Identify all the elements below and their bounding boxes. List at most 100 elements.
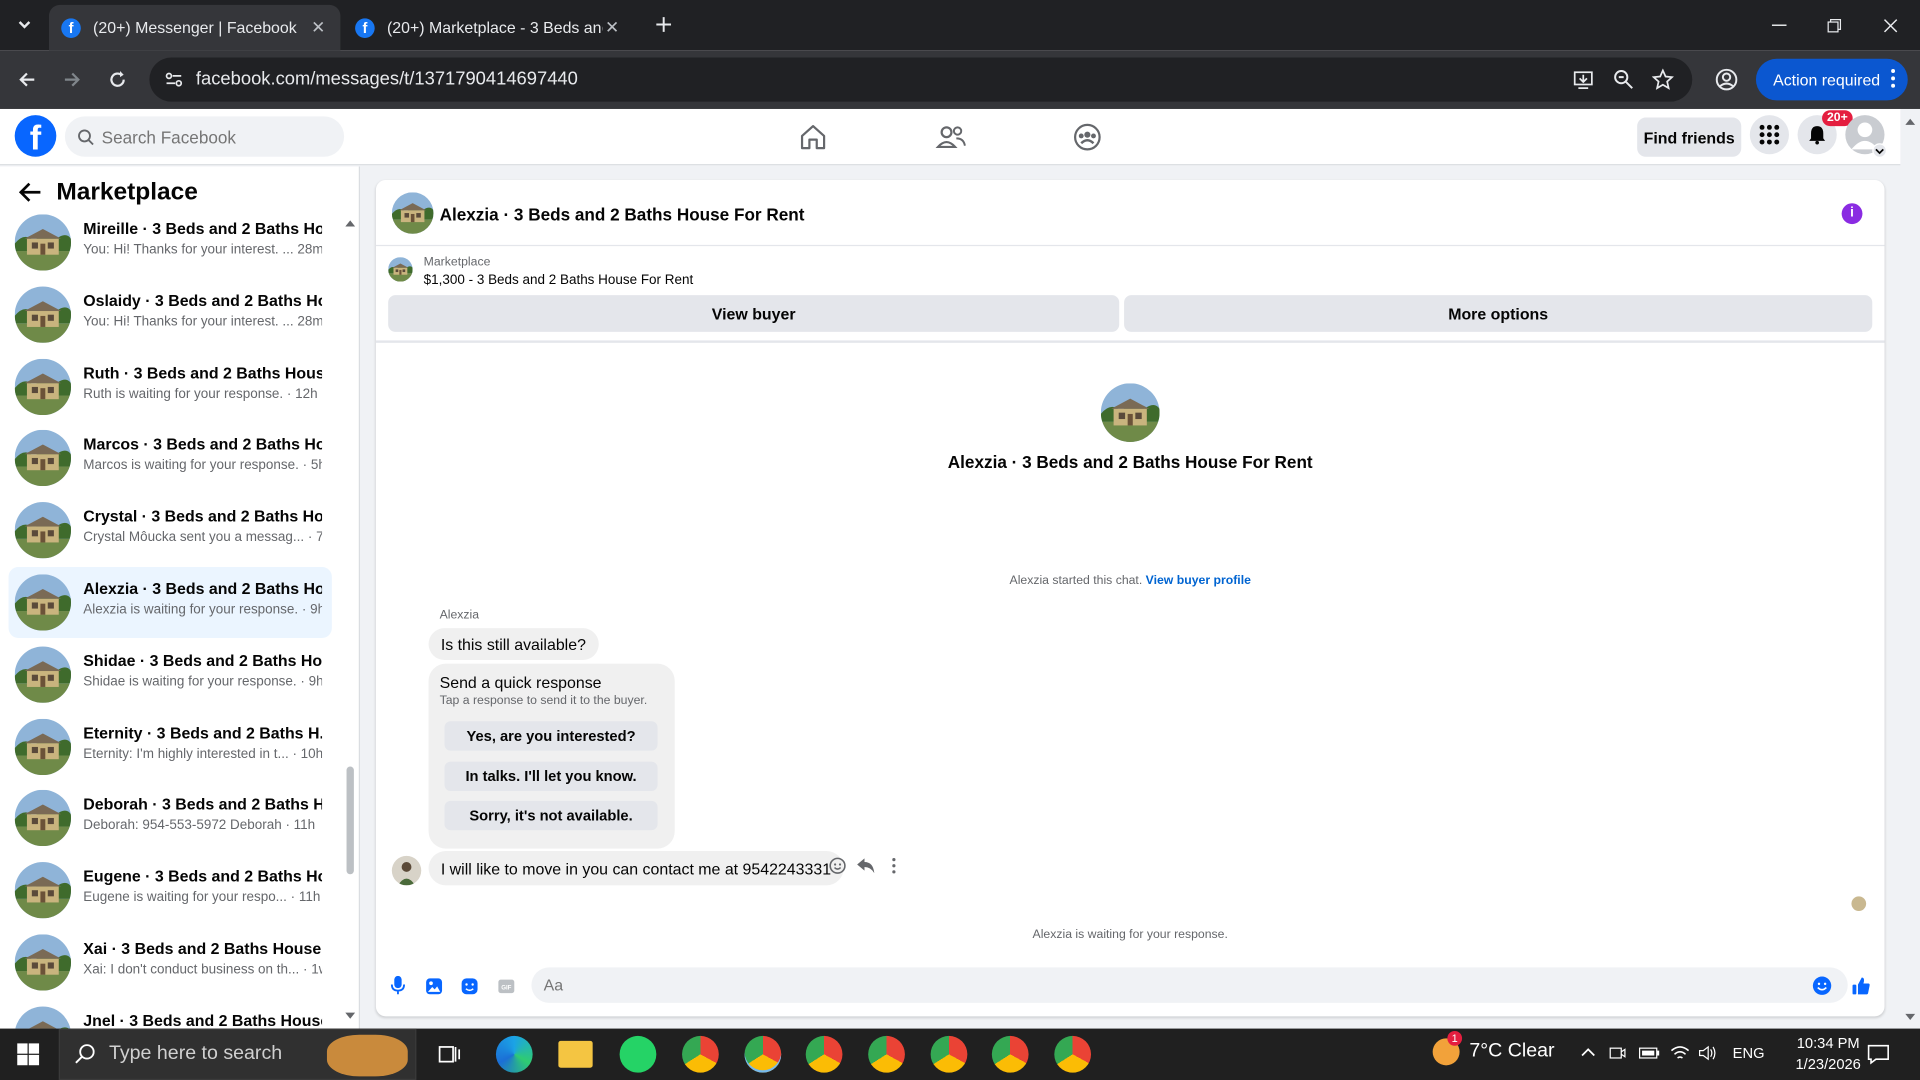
windows-start-icon[interactable]	[17, 1043, 40, 1066]
meet-now-icon[interactable]	[1609, 1044, 1626, 1061]
reload-icon[interactable]	[103, 65, 132, 94]
notification-center-icon[interactable]	[1867, 1043, 1889, 1065]
sidebar-conversation-item[interactable]: Deborah · 3 Beds and 2 Baths H... Deborah…	[9, 783, 332, 854]
volume-icon[interactable]	[1698, 1044, 1718, 1061]
weather-widget[interactable]: 1 7°C Clear	[1432, 1031, 1555, 1066]
site-info-icon[interactable]	[164, 70, 184, 90]
task-view-icon[interactable]	[438, 1043, 461, 1065]
sender-avatar[interactable]	[391, 855, 422, 886]
tab-title: (20+) Marketplace - 3 Beds and	[386, 18, 603, 37]
scroll-down-icon[interactable]	[344, 1011, 356, 1021]
wifi-icon[interactable]	[1670, 1044, 1690, 1061]
clock[interactable]: 10:34 PM 1/23/2026	[1788, 1033, 1869, 1075]
tab-search-dropdown-icon[interactable]	[10, 10, 39, 39]
new-tab-icon[interactable]	[649, 10, 678, 39]
chrome-app-icon[interactable]	[805, 1035, 843, 1073]
chevron-up-icon[interactable]	[1580, 1044, 1597, 1061]
incoming-message[interactable]: I will like to move in you can contact m…	[428, 851, 844, 886]
search-input[interactable]	[101, 126, 335, 147]
sidebar-scrollbar[interactable]	[346, 766, 354, 875]
view-buyer-profile-link[interactable]: View buyer profile	[1146, 574, 1251, 587]
chrome-app-icon[interactable]	[868, 1035, 905, 1073]
chevron-down-icon[interactable]	[1872, 143, 1887, 158]
quick-response-yes-button[interactable]: Yes, are you interested?	[444, 721, 658, 751]
edge-app-icon[interactable]	[495, 1035, 533, 1073]
chrome-app-icon[interactable]	[1054, 1035, 1092, 1073]
listing-avatar[interactable]	[391, 192, 434, 234]
sidebar-conversation-item[interactable]: Marcos · 3 Beds and 2 Baths Ho... Marcos …	[9, 423, 332, 494]
facebook-search[interactable]	[64, 116, 345, 157]
react-smiley-icon[interactable]	[828, 856, 848, 876]
kebab-menu-icon[interactable]	[1891, 69, 1896, 89]
back-arrow-icon[interactable]	[17, 181, 41, 203]
file-explorer-icon[interactable]	[558, 1040, 593, 1068]
groups-icon[interactable]	[1070, 120, 1104, 154]
photo-icon[interactable]	[424, 976, 444, 996]
sidebar-conversation-item[interactable]: Jnel · 3 Beds and 2 Baths House...	[9, 999, 332, 1029]
listing-thumbnail[interactable]	[388, 257, 413, 282]
sticker-icon[interactable]	[459, 976, 479, 996]
microphone-icon[interactable]	[388, 975, 408, 996]
chrome-app-icon[interactable]	[744, 1035, 782, 1073]
chat-intro-title: Alexzia · 3 Beds and 2 Baths House For R…	[947, 451, 1313, 472]
gif-icon[interactable]: GIF	[496, 976, 516, 996]
tab-messenger[interactable]: f (20+) Messenger | Facebook ✕	[48, 4, 341, 51]
listing-title[interactable]: $1,300 - 3 Beds and 2 Baths House For Re…	[424, 273, 694, 288]
sidebar-conversation-item[interactable]: Crystal · 3 Beds and 2 Baths Ho... Crysta…	[9, 495, 332, 566]
action-required-button[interactable]: Action required	[1755, 58, 1908, 101]
sidebar-conversation-item[interactable]: Alexzia · 3 Beds and 2 Baths Ho... Alexzi…	[8, 566, 332, 638]
listing-thumbnail	[14, 574, 72, 631]
conversation-preview: Crystal Môucka sent you a messag... · 7h	[83, 530, 323, 546]
reply-icon[interactable]	[856, 856, 876, 876]
scroll-up-icon[interactable]	[344, 218, 356, 228]
close-tab-icon[interactable]: ✕	[309, 17, 329, 38]
tab-marketplace[interactable]: f (20+) Marketplace - 3 Beds and ✕	[343, 5, 634, 50]
chat-title[interactable]: Alexzia · 3 Beds and 2 Baths House For R…	[440, 204, 805, 224]
sidebar-conversation-item[interactable]: Mireille · 3 Beds and 2 Baths Ho... You: …	[9, 207, 332, 278]
restore-icon[interactable]	[1806, 0, 1862, 50]
conversation-name: Alexzia · 3 Beds and 2 Baths Ho...	[83, 579, 323, 598]
facebook-logo[interactable]: f	[14, 115, 57, 157]
whatsapp-icon[interactable]	[619, 1035, 657, 1073]
profile-icon[interactable]	[1712, 65, 1741, 94]
close-window-icon[interactable]	[1862, 0, 1918, 50]
info-icon[interactable]: i	[1841, 203, 1863, 225]
incoming-message[interactable]: Is this still available?	[428, 628, 599, 661]
forward-icon[interactable]	[58, 65, 87, 94]
quick-response-in-talks-button[interactable]: In talks. I'll let you know.	[444, 761, 658, 792]
conversation-name: Eternity · 3 Beds and 2 Baths H...	[83, 723, 323, 742]
sidebar-conversation-item[interactable]: Shidae · 3 Beds and 2 Baths Ho... Shidae …	[9, 639, 332, 710]
language-indicator[interactable]: ENG	[1733, 1044, 1765, 1061]
back-icon[interactable]	[12, 65, 41, 94]
chrome-app-icon[interactable]	[991, 1035, 1029, 1073]
sidebar-conversation-item[interactable]: Eternity · 3 Beds and 2 Baths H... Eterni…	[9, 711, 332, 782]
page-scrollbar[interactable]	[1900, 108, 1920, 1029]
find-friends-button[interactable]: Find friends	[1637, 117, 1742, 157]
install-app-icon[interactable]	[1572, 69, 1594, 91]
sidebar-conversation-item[interactable]: Ruth · 3 Beds and 2 Baths Hous... Ruth is…	[9, 351, 332, 422]
close-tab-icon[interactable]: ✕	[602, 17, 622, 38]
message-input[interactable]	[531, 967, 1848, 1003]
address-bar[interactable]: facebook.com/messages/t/1371790414697440	[149, 57, 1693, 102]
more-actions-icon[interactable]	[884, 856, 904, 876]
battery-icon[interactable]	[1638, 1044, 1660, 1061]
home-icon[interactable]	[796, 120, 830, 154]
like-thumbs-up-icon[interactable]	[1851, 976, 1871, 996]
minimize-icon[interactable]	[1751, 0, 1807, 50]
more-options-button[interactable]: More options	[1124, 295, 1873, 332]
view-buyer-button[interactable]: View buyer	[388, 295, 1120, 332]
chrome-app-icon[interactable]	[682, 1035, 719, 1073]
menu-grid-icon[interactable]	[1749, 115, 1789, 155]
bookmark-star-icon[interactable]	[1651, 68, 1674, 91]
sidebar-conversation-item[interactable]: Xai · 3 Beds and 2 Baths House ... Xai: I…	[9, 927, 332, 998]
zoom-icon[interactable]	[1613, 69, 1635, 91]
quick-response-not-available-button[interactable]: Sorry, it's not available.	[444, 800, 658, 831]
sidebar-conversation-item[interactable]: Oslaidy · 3 Beds and 2 Baths Ho... You: H…	[9, 279, 332, 350]
sidebar-conversation-item[interactable]: Eugene · 3 Beds and 2 Baths Ho... Eugene …	[9, 855, 332, 926]
chrome-app-icon[interactable]	[930, 1035, 968, 1073]
friends-icon[interactable]	[934, 120, 968, 154]
emoji-icon[interactable]	[1812, 976, 1832, 996]
action-required-label: Action required	[1773, 70, 1881, 89]
svg-text:GIF: GIF	[501, 984, 511, 991]
taskbar-search[interactable]: Type here to search	[58, 1028, 417, 1080]
